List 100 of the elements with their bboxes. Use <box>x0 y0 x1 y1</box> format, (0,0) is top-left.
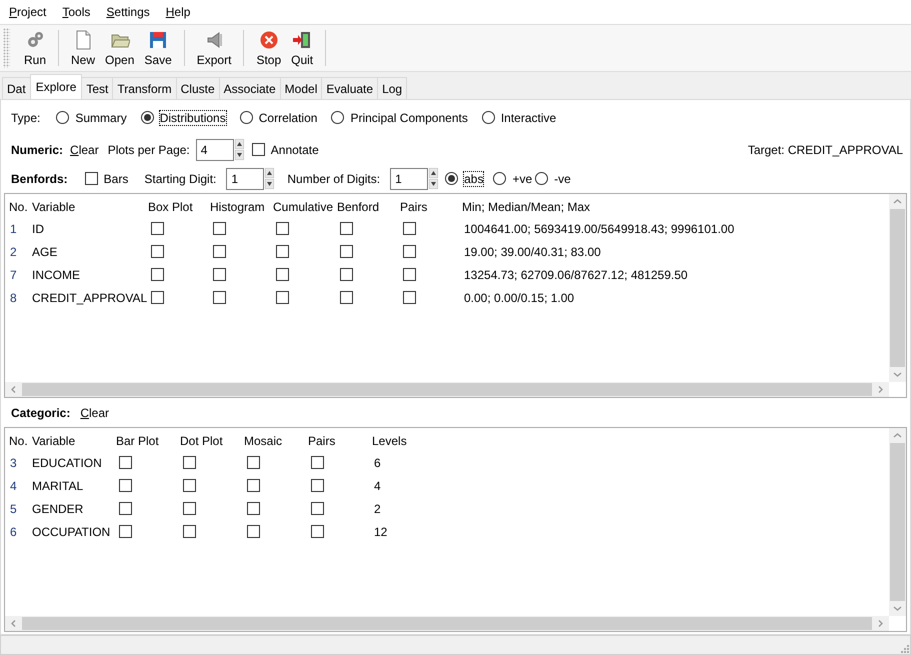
section-label: Numeric: <box>11 142 64 156</box>
toolbar-button[interactable]: Save <box>139 28 177 68</box>
radio-label[interactable]: -ve <box>554 172 571 186</box>
resize-grip-icon[interactable] <box>900 644 910 654</box>
section-label: Categoric: <box>11 406 70 420</box>
level-count: 2 <box>373 502 382 516</box>
row-number: 8 <box>9 290 18 304</box>
radio-button[interactable] <box>56 111 70 124</box>
checkbox[interactable] <box>119 525 132 538</box>
checkbox[interactable] <box>213 291 226 304</box>
checkbox[interactable] <box>119 456 132 469</box>
row-number: 7 <box>9 268 18 282</box>
row-number: 5 <box>9 502 18 516</box>
section-label: Benfords: <box>11 172 68 186</box>
radio-label[interactable]: Summary <box>75 110 127 124</box>
toolbar-button[interactable]: Quit <box>286 28 318 68</box>
clear-link[interactable]: Clear <box>70 142 99 156</box>
checkbox[interactable] <box>151 291 164 304</box>
spin-field[interactable]: 1 <box>226 168 264 190</box>
checkbox[interactable] <box>252 143 265 156</box>
spin-down-icon[interactable] <box>234 150 244 160</box>
radio-button[interactable] <box>445 172 458 185</box>
radio-button[interactable] <box>240 111 253 124</box>
checkbox[interactable] <box>276 268 289 281</box>
checkbox[interactable] <box>213 245 226 258</box>
checkbox[interactable] <box>247 479 260 492</box>
checkbox-label[interactable]: Bars <box>104 172 128 186</box>
checkbox[interactable] <box>151 245 164 258</box>
checkbox[interactable] <box>119 479 132 492</box>
checkbox[interactable] <box>340 268 353 281</box>
checkbox[interactable] <box>247 525 260 538</box>
column-header: Min; Median/Mean; Max <box>462 200 592 214</box>
menu-item[interactable]: Project <box>9 5 46 19</box>
checkbox[interactable] <box>183 525 196 538</box>
toolbar-button[interactable]: Export <box>192 28 236 68</box>
radio-label[interactable]: +ve <box>512 172 532 186</box>
checkbox[interactable] <box>84 172 98 185</box>
menu-item[interactable]: Help <box>166 5 190 19</box>
checkbox[interactable] <box>183 479 196 492</box>
checkbox[interactable] <box>340 291 353 304</box>
spin-field[interactable]: 4 <box>196 138 234 160</box>
spin-field[interactable]: 1 <box>390 168 428 190</box>
checkbox[interactable] <box>151 268 164 281</box>
toolbar-button[interactable]: Stop <box>251 28 286 68</box>
checkbox[interactable] <box>119 502 132 515</box>
toolbar-button[interactable]: Open <box>100 28 140 68</box>
checkbox[interactable] <box>247 456 260 469</box>
radio-label[interactable]: abs <box>464 172 484 186</box>
checkbox[interactable] <box>340 222 353 235</box>
tab[interactable]: Log <box>377 77 408 99</box>
radio-label[interactable]: Interactive <box>500 110 556 124</box>
toolbar-button[interactable]: Run <box>19 28 52 68</box>
column-header: Dot Plot <box>180 434 224 448</box>
checkbox[interactable] <box>213 222 226 235</box>
toolbar-button[interactable]: New <box>66 28 100 68</box>
checkbox[interactable] <box>311 456 324 469</box>
checkbox[interactable] <box>151 222 164 235</box>
variable-name: ID <box>32 222 45 236</box>
checkbox[interactable] <box>403 291 416 304</box>
checkbox[interactable] <box>403 245 416 258</box>
column-header: Bar Plot <box>116 434 160 448</box>
checkbox[interactable] <box>311 525 324 538</box>
checkbox[interactable] <box>276 291 289 304</box>
radio-label[interactable]: Distributions <box>160 110 226 124</box>
radio-button[interactable] <box>140 111 154 124</box>
checkbox-label[interactable]: Annotate <box>270 142 319 156</box>
checkbox[interactable] <box>213 268 226 281</box>
checkbox[interactable] <box>183 502 196 515</box>
checkbox[interactable] <box>340 245 353 258</box>
column-header: Cumulative <box>273 200 334 214</box>
spin-up-icon[interactable] <box>265 168 274 178</box>
checkbox[interactable] <box>247 502 260 515</box>
row-number: 2 <box>9 244 18 258</box>
checkbox[interactable] <box>311 502 324 515</box>
field-label: Plots per Page: <box>108 142 190 156</box>
radio-button[interactable] <box>482 111 495 124</box>
spin-up-icon[interactable] <box>429 168 438 178</box>
tab[interactable]: Dat <box>2 77 31 99</box>
checkbox[interactable] <box>311 479 324 492</box>
stop-icon <box>258 30 279 50</box>
radio-label[interactable]: Correlation <box>258 110 318 124</box>
spin-down-icon[interactable] <box>265 179 274 189</box>
column-header: Mosaic <box>244 434 284 448</box>
clear-link[interactable]: Clear <box>80 406 110 420</box>
checkbox[interactable] <box>183 456 196 469</box>
checkbox[interactable] <box>276 245 289 258</box>
level-count: 4 <box>373 478 382 492</box>
type-label: Type: <box>11 110 40 124</box>
checkbox[interactable] <box>403 268 416 281</box>
tab[interactable]: Explore <box>30 74 82 99</box>
spin-up-icon[interactable] <box>234 139 244 149</box>
menu-item[interactable]: Tools <box>62 5 90 19</box>
checkbox[interactable] <box>276 222 289 235</box>
spin-down-icon[interactable] <box>429 179 438 189</box>
radio-button[interactable] <box>493 172 506 185</box>
checkbox[interactable] <box>403 222 416 235</box>
radio-label[interactable]: Principal Components <box>350 110 468 124</box>
radio-button[interactable] <box>331 111 344 124</box>
menu-item[interactable]: Settings <box>106 5 150 19</box>
radio-button[interactable] <box>535 172 548 185</box>
